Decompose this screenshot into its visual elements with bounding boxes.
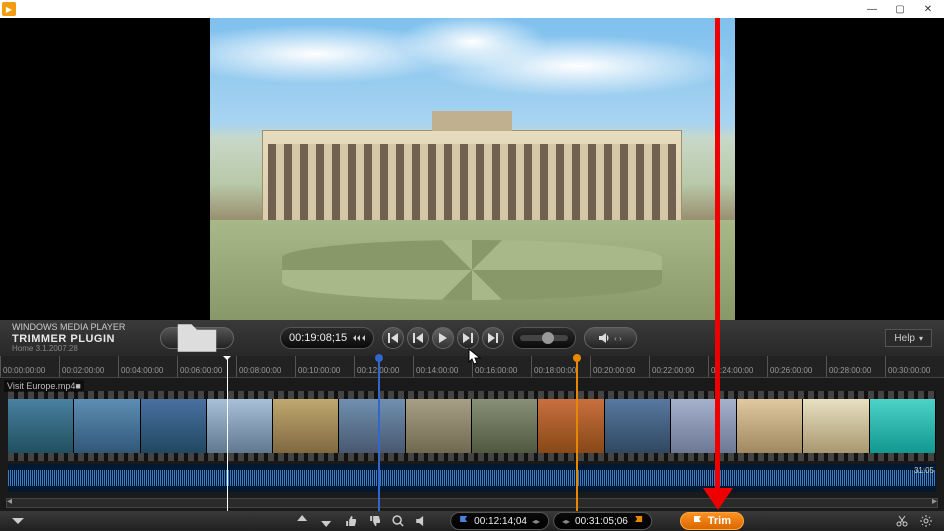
thumbnail <box>870 399 936 453</box>
out-time-value: 00:31:05;06 <box>575 516 628 527</box>
maximize-button[interactable]: ▢ <box>886 0 914 18</box>
flag-icon <box>693 516 703 526</box>
in-time-value: 00:12:14;04 <box>474 516 527 527</box>
mute-button[interactable] <box>412 513 432 529</box>
bottom-toolbar: 00:12:14;04 ◂▸ ◂▸ 00:31:05;06 Trim <box>0 511 944 531</box>
app-icon: ▶ <box>2 2 16 16</box>
thumbnail <box>74 399 140 453</box>
brand-line1: WINDOWS MEDIA PLAYER <box>12 323 152 333</box>
step-fwd-button[interactable] <box>457 327 479 349</box>
video-frame <box>210 18 735 320</box>
ruler-tick: 00:04:00:00 <box>121 366 163 375</box>
thumbs-down-button[interactable] <box>364 513 384 529</box>
ruler-tick: 00:20:00:00 <box>593 366 635 375</box>
timeline: 00:00:00:00 00:02:00:00 00:04:00:00 00:06:0… <box>0 356 944 511</box>
brand-version: Home 3.1.2007.28 <box>12 345 152 354</box>
volume-control[interactable]: ‹ › <box>584 327 637 349</box>
next-button[interactable] <box>482 327 504 349</box>
close-button[interactable]: ✕ <box>914 0 942 18</box>
thumbnail <box>339 399 405 453</box>
thumbnail <box>207 399 273 453</box>
thumbnail <box>538 399 604 453</box>
prev-button[interactable] <box>382 327 404 349</box>
thumbnail <box>671 399 737 453</box>
ruler-tick: 00:06:00:00 <box>180 366 222 375</box>
out-marker[interactable] <box>576 356 578 511</box>
clip-duration: 31:05 <box>914 466 934 475</box>
play-button[interactable] <box>432 327 454 349</box>
ruler-tick: 00:14:00:00 <box>416 366 458 375</box>
minimize-button[interactable]: — <box>858 0 886 18</box>
in-marker[interactable] <box>378 356 380 511</box>
expand-button[interactable] <box>8 513 28 529</box>
folder-icon <box>175 316 219 360</box>
zoom-in-button[interactable] <box>316 513 336 529</box>
in-flag-icon <box>459 516 469 526</box>
annotation-arrow <box>715 18 720 493</box>
video-preview <box>0 18 944 320</box>
thumbnail <box>273 399 339 453</box>
cut-button[interactable] <box>892 513 912 529</box>
step-back-button[interactable] <box>407 327 429 349</box>
current-time-value: 00:19:08;15 <box>289 332 347 344</box>
zoom-out-button[interactable] <box>292 513 312 529</box>
speed-slider[interactable] <box>512 327 576 349</box>
open-file-button[interactable] <box>160 327 234 349</box>
thumbnail <box>406 399 472 453</box>
zoom-fit-button[interactable] <box>388 513 408 529</box>
ruler-tick: 00:10:00:00 <box>298 366 340 375</box>
thumbnail <box>8 399 74 453</box>
ruler-tick: 00:26:00:00 <box>770 366 812 375</box>
thumbnail <box>737 399 803 453</box>
out-point-display[interactable]: ◂▸ 00:31:05;06 <box>553 512 652 530</box>
brand-label: WINDOWS MEDIA PLAYER TRIMMER PLUGIN Home… <box>12 323 152 354</box>
ruler-tick: 00:22:00:00 <box>652 366 694 375</box>
help-label: Help <box>894 333 915 344</box>
thumbnail <box>472 399 538 453</box>
track-filename: Visit Europe.mp4■ <box>4 380 84 392</box>
ruler-tick: 00:18:00:00 <box>534 366 576 375</box>
thumbnail <box>605 399 671 453</box>
ruler-tick: 00:00:00:00 <box>3 366 45 375</box>
transport-controls <box>382 327 504 349</box>
settings-button[interactable] <box>916 513 936 529</box>
annotation-arrow-head <box>703 488 733 525</box>
audio-track[interactable] <box>8 464 936 492</box>
ruler-tick: 00:28:00:00 <box>829 366 871 375</box>
in-point-display[interactable]: 00:12:14;04 ◂▸ <box>450 512 549 530</box>
ruler-tick: 00:02:00:00 <box>62 366 104 375</box>
thumbnail <box>141 399 207 453</box>
ruler-tick: 00:16:00:00 <box>475 366 517 375</box>
step-frame-icon[interactable] <box>353 333 365 343</box>
help-dropdown[interactable]: Help <box>885 329 932 347</box>
playhead[interactable] <box>227 356 228 511</box>
window-titlebar: ▶ — ▢ ✕ <box>0 0 944 18</box>
video-track[interactable] <box>8 391 936 461</box>
timeline-scrollbar[interactable] <box>6 498 938 508</box>
speaker-icon <box>599 332 611 344</box>
ruler-tick: 00:30:00:00 <box>888 366 930 375</box>
ruler-tick: 00:08:00:00 <box>239 366 281 375</box>
thumbnail <box>803 399 869 453</box>
brand-line2: TRIMMER PLUGIN <box>12 333 152 345</box>
current-time-display: 00:19:08;15 <box>280 327 374 349</box>
thumbs-up-button[interactable] <box>340 513 360 529</box>
out-flag-icon <box>633 516 643 526</box>
mouse-cursor <box>468 348 482 366</box>
